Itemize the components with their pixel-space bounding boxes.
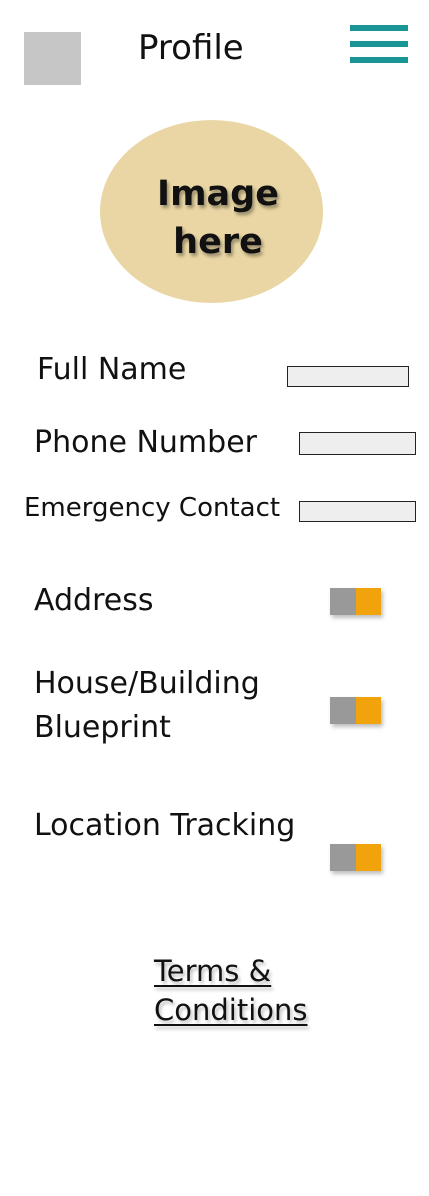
back-button[interactable] (24, 32, 81, 85)
address-toggle[interactable] (330, 588, 381, 615)
avatar-placeholder-text: Image here (157, 174, 279, 262)
location-tracking-toggle[interactable] (330, 844, 381, 871)
full-name-label: Full Name (37, 352, 187, 387)
phone-number-label: Phone Number (34, 425, 257, 460)
toggle-track (356, 588, 381, 615)
blueprint-toggle[interactable] (330, 697, 381, 724)
page-title: Profile (138, 28, 244, 68)
toggle-track (356, 697, 381, 724)
toggle-knob (330, 697, 356, 724)
address-label: Address (34, 583, 154, 618)
emergency-contact-label: Emergency Contact (24, 493, 281, 523)
emergency-contact-field[interactable] (299, 501, 416, 522)
toggle-track (356, 844, 381, 871)
hamburger-menu-icon[interactable] (350, 25, 408, 65)
terms-conditions-link[interactable]: Terms & Conditions (154, 952, 334, 1030)
toggle-knob (330, 588, 356, 615)
location-tracking-label: Location Tracking (34, 808, 296, 843)
phone-number-field[interactable] (299, 432, 416, 455)
toggle-knob (330, 844, 356, 871)
blueprint-label: House/Building Blueprint (34, 666, 260, 745)
full-name-field[interactable] (287, 366, 409, 387)
